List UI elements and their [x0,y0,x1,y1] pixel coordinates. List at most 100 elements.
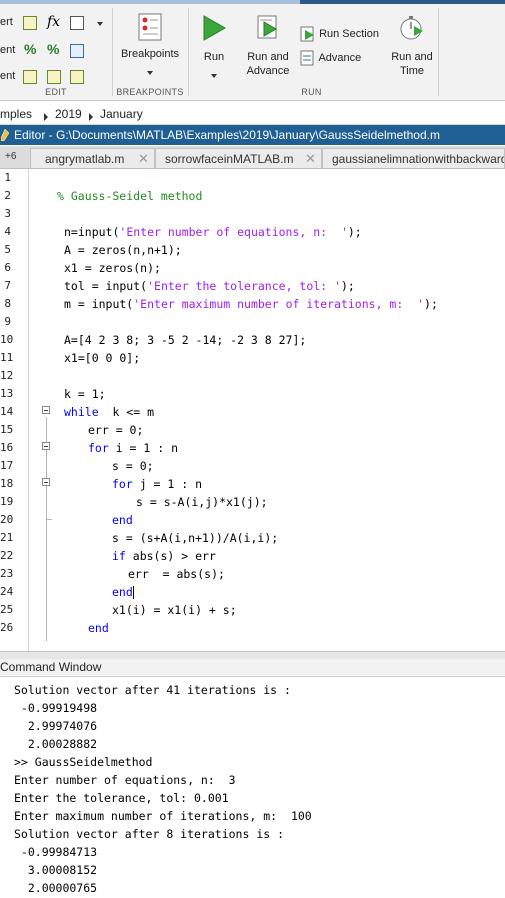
line-number: 16 [0,441,14,454]
output-line: Solution vector after 41 iterations is : [14,683,291,697]
chevron-down-icon[interactable] [147,71,153,75]
line-number: 20 [0,513,14,526]
comment-label[interactable]: ent [0,44,15,56]
chevron-right-icon [44,110,48,124]
output-line: Enter the tolerance, tol: 0.001 [14,791,229,805]
tab-label[interactable]: sorrowfaceinMATLAB.m [165,152,293,166]
code-editor[interactable]: 1 2 3 4 5 6 7 8 9 10 11 12 13 14 15 16 1… [0,169,505,651]
output-line: Enter maximum number of iterations, m: 1… [14,809,312,823]
fold-toggle[interactable] [42,406,50,414]
indent-label[interactable]: ent [0,70,15,82]
breadcrumb-item[interactable]: mples [0,107,32,121]
increase-indent-icon[interactable] [47,70,61,84]
line-number: 3 [4,207,11,220]
editor-title: Editor - G:\Documents\MATLAB\Examples\20… [14,128,440,142]
run-advance-label-1[interactable]: Run and [242,50,294,64]
output-line: Enter number of equations, n: 3 [14,773,236,787]
line-number: 25 [0,603,14,616]
close-icon[interactable]: ✕ [138,151,149,167]
function-icon[interactable] [70,16,84,30]
output-line: -0.99984713 [14,845,98,859]
indent-row[interactable]: ent [0,67,112,87]
line-number: 22 [0,549,14,562]
code-line: err = abs(s); [128,567,225,581]
insert-label[interactable]: ert [0,16,13,28]
run-group-label: RUN [301,87,322,97]
tab-sorrowfaceinmatlab[interactable]: sorrowfaceinMATLAB.m ✕ [155,148,322,168]
pencil-icon [1,129,9,141]
close-icon[interactable]: ✕ [305,151,316,167]
output-line: 2.00000765 [14,881,98,895]
chevron-down-icon[interactable] [97,22,103,26]
line-number: 14 [0,405,14,418]
tab-angrymatlab[interactable]: angrymatlab.m ✕ [30,148,155,168]
tab-gaussianelimnation[interactable]: gaussianelimnationwithbackward [322,148,505,168]
code-line: k = 1; [64,387,106,401]
run-time-label-2[interactable]: Time [388,64,436,78]
insert-section-icon[interactable] [23,16,37,30]
run-section-icon [300,26,314,42]
chevron-down-icon[interactable] [211,74,217,78]
line-number: 26 [0,621,14,634]
fold-end [46,519,52,520]
code-line: A=[4 2 3 8; 3 -5 2 -14; -2 3 8 27]; [64,333,307,347]
code-line: end [112,585,134,599]
comment-row[interactable]: ent % % [0,41,112,61]
line-number: 15 [0,423,14,436]
line-number: 5 [4,243,11,256]
play-icon [203,15,227,41]
run-section-label[interactable]: Run Section [319,28,379,40]
fold-toggle[interactable] [42,442,50,450]
run-section-button[interactable]: Run Section [300,26,379,42]
code-line: for j = 1 : n [112,477,203,491]
percent-icon[interactable]: % [24,41,36,57]
run-advance-icon [257,15,277,39]
tab-label[interactable]: gaussianelimnationwithbackward [332,152,504,166]
advance-button[interactable]: Advance [300,50,361,66]
tab-label[interactable]: angrymatlab.m [45,152,124,166]
code-line: A = zeros(n,n+1); [64,243,182,257]
fx-icon[interactable]: fx [47,14,60,30]
output-line: -0.99919498 [14,701,98,715]
breakpoints-label[interactable]: Breakpoints [113,47,187,61]
run-and-advance-button[interactable]: Run and Advance [242,14,294,78]
tab-overflow-count[interactable]: +6 [5,151,16,162]
line-number: 23 [0,567,14,580]
breakpoints-button[interactable]: Breakpoints [113,12,187,78]
fold-toggle[interactable] [42,478,50,486]
line-number: 13 [0,387,14,400]
edit-group: ert fx ent % % ent [0,5,112,87]
line-number: 19 [0,495,14,508]
line-number: 12 [0,369,14,382]
code-line: m = input('Enter maximum number of itera… [64,297,438,311]
line-number: 17 [0,459,14,472]
command-window[interactable]: Solution vector after 41 iterations is :… [0,677,505,898]
breadcrumb-item[interactable]: January [100,107,143,121]
line-number: 7 [4,279,11,292]
breakpoints-icon [138,13,162,41]
run-advance-label-2[interactable]: Advance [242,64,294,78]
window-top-bar [0,0,505,4]
command-window-title-bar: Command Window [0,659,505,677]
breadcrumb-item[interactable]: 2019 [55,107,82,121]
code-line: if abs(s) > err [112,549,216,563]
run-time-label-1[interactable]: Run and [388,50,436,64]
insert-row[interactable]: ert fx [0,13,112,33]
smart-indent-icon[interactable] [23,70,37,84]
run-label[interactable]: Run [195,50,233,64]
code-line: s = s-A(i,j)*x1(j); [136,495,268,509]
code-line: % Gauss-Seidel method [57,189,203,203]
command-line: >> GaussSeidelmethod [14,755,153,769]
code-line: x1 = zeros(n); [64,261,161,275]
output-line: 2.00028882 [14,737,98,751]
code-line: n=input('Enter number of equations, n: '… [64,225,362,239]
run-button[interactable]: Run [195,14,233,81]
uncomment-icon[interactable]: % [47,41,59,57]
line-number: 11 [0,351,14,364]
decrease-indent-icon[interactable] [70,70,84,84]
advance-icon [300,50,314,66]
advance-label[interactable]: Advance [318,52,361,64]
line-number: 2 [4,189,11,202]
wrap-comments-icon[interactable] [70,44,84,58]
run-and-time-button[interactable]: Run and Time [388,14,436,78]
